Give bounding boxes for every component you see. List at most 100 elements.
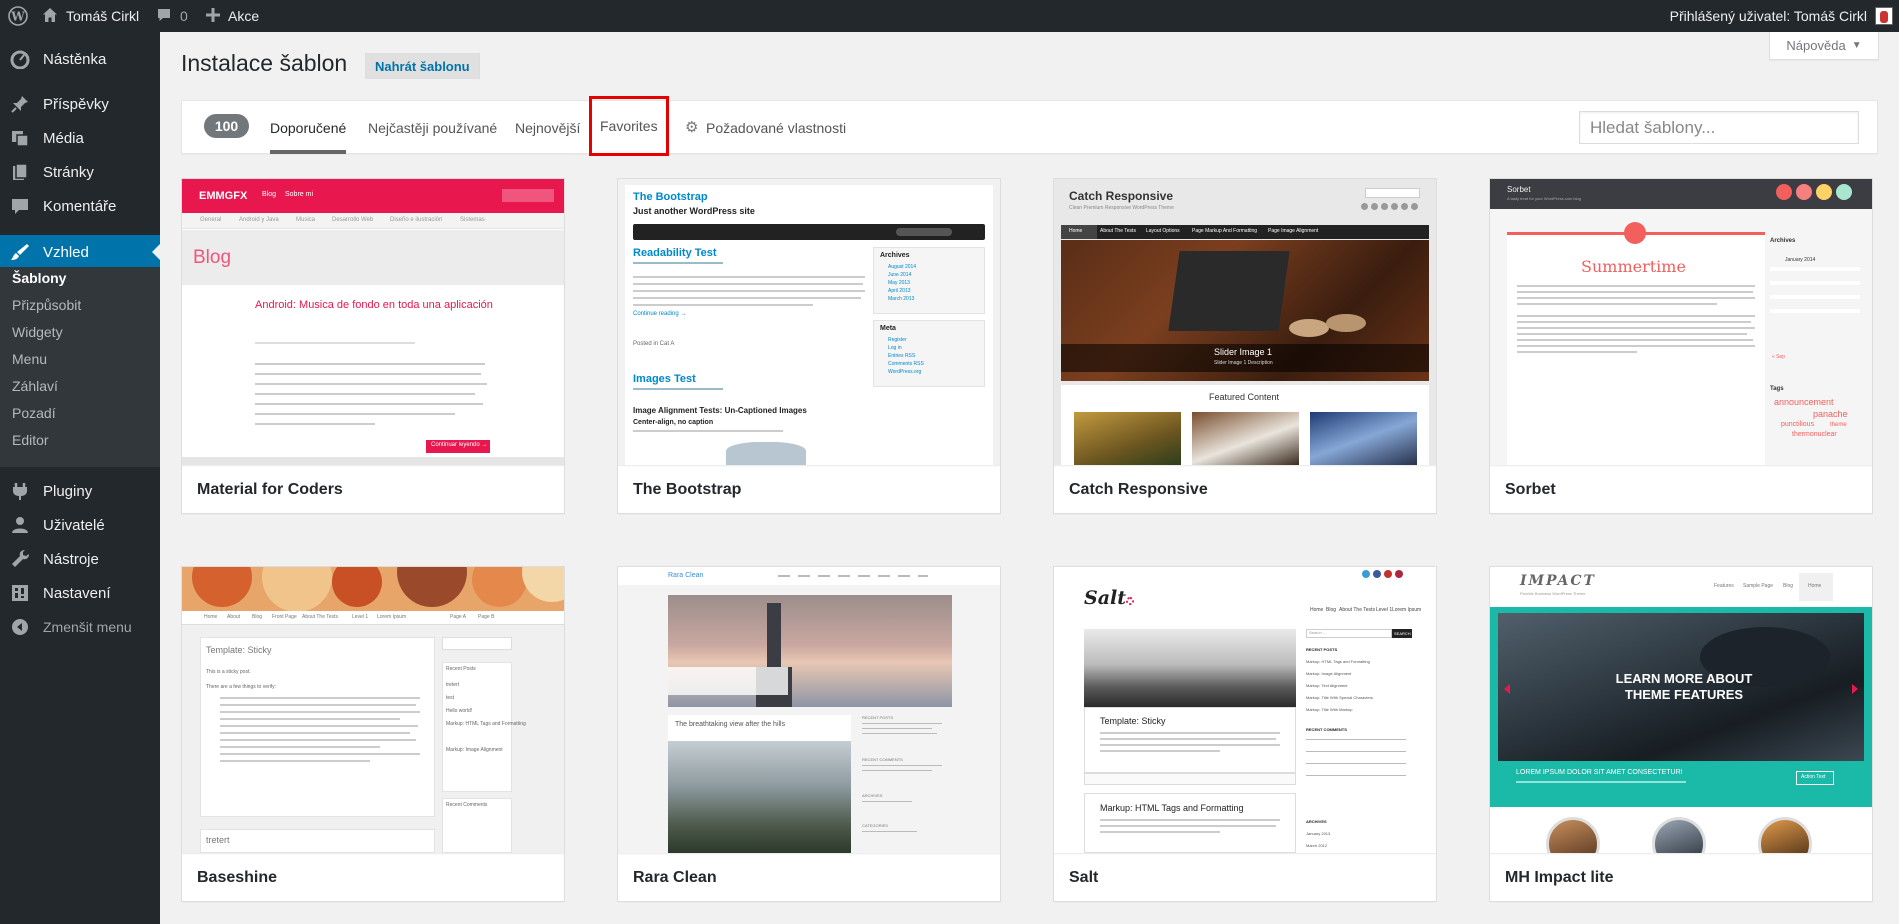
admin-bar-account[interactable]: Přihlášený uživatel: Tomáš Cirkl (1670, 0, 1899, 32)
theme-screenshot[interactable]: IMPACT Flexible Business WordPress Theme… (1490, 567, 1872, 853)
preview-featured-image (1192, 412, 1299, 465)
sidebar-item-pages[interactable]: Stránky (0, 155, 160, 189)
preview-post-text: This is a sticky post. (206, 669, 251, 675)
avatar (1875, 7, 1893, 25)
sidebar-item-comments[interactable]: Komentáře (0, 189, 160, 223)
collapse-menu-button[interactable]: Zmenšit menu (0, 610, 160, 644)
theme-card-salt[interactable]: Salt Home Blog About The Tests Level 1 L… (1053, 566, 1437, 902)
sidebar-item-users[interactable]: Uživatelé (0, 508, 160, 542)
theme-card-rara-clean[interactable]: Rara Clean The breathtaking view after t… (617, 566, 1001, 902)
preview-nav: Page Markup And Formatting (1192, 228, 1258, 234)
theme-card-the-bootstrap[interactable]: The Bootstrap Just another WordPress sit… (617, 178, 1001, 514)
preview-banner-text: LOREM IPSUM DOLOR SIT AMET CONSECTETUR! (1516, 769, 1683, 776)
tab-featured[interactable]: Doporučené (270, 101, 347, 154)
comment-icon (9, 196, 31, 216)
preview-text-line (633, 290, 865, 292)
preview-widget-title: ARCHIVES (862, 793, 883, 798)
sidebar-item-tools[interactable]: Nástroje (0, 542, 160, 576)
sidebar-item-label: Komentáře (43, 197, 117, 215)
theme-name: Sorbet (1490, 465, 1872, 513)
sidebar-item-plugins[interactable]: Pluginy (0, 474, 160, 508)
preview-widget-line (862, 733, 937, 734)
submenu-item-background[interactable]: Pozadí (12, 405, 56, 421)
sidebar-item-appearance[interactable]: Vzhled (0, 235, 160, 269)
theme-screenshot[interactable]: EMMGFX Blog Sobre mi General Android y J… (182, 179, 564, 465)
preview-featured-title: Featured Content (1209, 392, 1280, 402)
social-icon (1816, 184, 1832, 200)
preview-post-title: Markup: HTML Tags and Formatting (1100, 803, 1244, 813)
preview-nav: Page B (478, 614, 495, 620)
theme-screenshot[interactable]: Salt Home Blog About The Tests Level 1 L… (1054, 567, 1436, 853)
submenu-item-header[interactable]: Záhlaví (12, 378, 58, 394)
preview-button-label: Continuar leyendo → (431, 442, 488, 448)
wordpress-logo-icon[interactable]: W (6, 0, 30, 32)
help-tab-button[interactable]: Nápověda ▼ (1769, 32, 1879, 60)
theme-card-sorbet[interactable]: Sorbet A tasty treat for your WordPress.… (1489, 178, 1873, 514)
preview-widget-item: Markup: Title With Special Characters (1306, 695, 1373, 700)
preview-post-image (668, 741, 851, 853)
theme-screenshot[interactable]: Rara Clean The breathtaking view after t… (618, 567, 1000, 853)
submenu-item-menus[interactable]: Menu (12, 351, 47, 367)
preview-calendar-grid (1770, 267, 1860, 323)
preview-slider-caption (668, 667, 788, 695)
theme-card-material-for-coders[interactable]: EMMGFX Blog Sobre mi General Android y J… (181, 178, 565, 514)
preview-navbar-search (896, 228, 952, 236)
sidebar-item-label: Nástroje (43, 550, 99, 568)
preview-slipper (1289, 319, 1329, 337)
preview-text-line (1517, 339, 1753, 341)
sidebar-item-dashboard[interactable]: Nástěnka (0, 42, 160, 76)
preview-tag: announcement (1774, 397, 1834, 407)
admin-bar-new[interactable]: Akce (206, 0, 259, 32)
social-icon (1381, 203, 1388, 210)
preview-laptop (1168, 251, 1290, 331)
slider-next-icon (1852, 684, 1858, 694)
preview-widget-line (1306, 739, 1406, 740)
sidebar-item-label: Média (43, 129, 84, 147)
admin-bar-comments[interactable]: 0 (156, 0, 188, 32)
theme-card-mh-impact-lite[interactable]: IMPACT Flexible Business WordPress Theme… (1489, 566, 1873, 902)
submenu-item-editor[interactable]: Editor (12, 432, 49, 448)
submenu-item-customize[interactable]: Přizpůsobit (12, 297, 81, 313)
sidebar-item-posts[interactable]: Příspěvky (0, 87, 160, 121)
preview-widget-item: Comments RSS (888, 361, 924, 367)
tab-popular[interactable]: Nejčastěji používané (368, 101, 497, 154)
sidebar-item-label: Nástěnka (43, 50, 107, 68)
preview-text-line (1517, 345, 1755, 347)
upload-theme-button[interactable]: Nahrát šablonu (365, 53, 480, 79)
preview-search (442, 637, 512, 650)
comments-count: 0 (180, 8, 188, 24)
preview-tag: thermonuclear (1792, 431, 1837, 438)
theme-screenshot[interactable]: Catch Responsive Clean Premium Responsiv… (1054, 179, 1436, 465)
salt-logo-mark (1126, 597, 1134, 605)
feature-filter-button[interactable]: ⚙ Požadované vlastnosti (685, 101, 846, 154)
preview-meta-line (255, 342, 415, 344)
theme-screenshot[interactable]: Sorbet A tasty treat for your WordPress.… (1490, 179, 1872, 465)
theme-name: Salt (1054, 853, 1436, 901)
admin-bar-site[interactable]: Tomáš Cirkl (42, 0, 139, 32)
preview-text-line (1517, 285, 1755, 287)
theme-card-catch-responsive[interactable]: Catch Responsive Clean Premium Responsiv… (1053, 178, 1437, 514)
submenu-item-widgets[interactable]: Widgety (12, 324, 63, 340)
sidebar-item-media[interactable]: Média (0, 121, 160, 155)
preview-widget-item: Hello world! (446, 708, 473, 714)
submenu-item-themes[interactable]: Šablony (12, 270, 66, 286)
tab-favorites[interactable]: Favorites (589, 96, 669, 156)
preview-search-placeholder: Search ... (1309, 630, 1327, 635)
theme-card-baseshine[interactable]: Home About Blog Front Page About The Tes… (181, 566, 565, 902)
preview-widget-item: June 2014 (888, 272, 912, 278)
preview-widget-title: RECENT POSTS (1306, 647, 1338, 652)
pin-icon (9, 94, 31, 114)
preview-widget-item: August 2014 (888, 264, 917, 270)
search-themes-input[interactable] (1579, 111, 1859, 144)
preview-post-title: Image Alignment Tests: Un-Captioned Imag… (633, 406, 807, 415)
preview-widget-item: May 2013 (888, 280, 910, 286)
sidebar-item-settings[interactable]: Nastavení (0, 576, 160, 610)
theme-screenshot[interactable]: The Bootstrap Just another WordPress sit… (618, 179, 1000, 465)
tab-latest[interactable]: Nejnovější (515, 101, 580, 154)
dashboard-icon (9, 49, 31, 69)
preview-widget-item: March 2012 (1306, 843, 1328, 848)
preview-tag: theme (1830, 422, 1847, 428)
theme-screenshot[interactable]: Home About Blog Front Page About The Tes… (182, 567, 564, 853)
preview-text-line (255, 393, 475, 395)
theme-name: Baseshine (182, 853, 564, 901)
